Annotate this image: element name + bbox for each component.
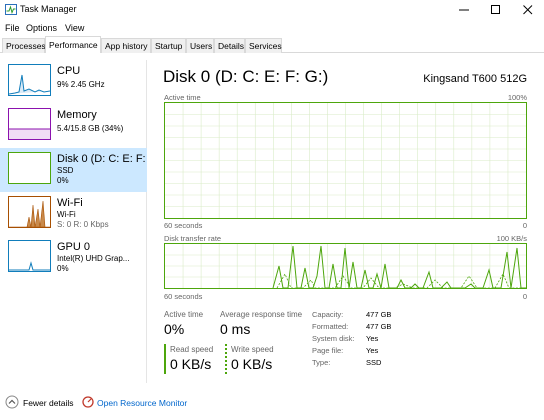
active-time-value: 0% [164, 321, 185, 337]
active-time-graph [164, 102, 527, 219]
wifi-thumbnail [8, 196, 51, 228]
sidebar-item-label: GPU 0 [57, 241, 91, 253]
read-speed-label: Read speed [170, 345, 214, 354]
avg-response-value: 0 ms [220, 321, 251, 337]
cpu-thumbnail [8, 64, 51, 96]
maximize-icon [491, 5, 500, 14]
menu-file[interactable]: File [5, 23, 20, 33]
transfer-rate-graph [164, 243, 527, 289]
menu-bar: File Options View [0, 20, 544, 36]
system-disk-label: System disk: [312, 334, 355, 343]
sidebar-item-sub: 5.4/15.8 GB (34%) [57, 124, 124, 133]
close-icon [523, 5, 533, 15]
sidebar-item-label: Disk 0 (D: C: E: F: G:) [57, 153, 146, 165]
page-file-label: Page file: [312, 346, 344, 355]
resource-sidebar: CPU 9% 2.45 GHz Memory 5.4/15.8 GB (34%)… [0, 60, 147, 383]
disk-model: Kingsand T600 512G [423, 73, 527, 85]
sidebar-item-sub2: 0% [57, 176, 69, 185]
chevron-up-icon[interactable] [5, 395, 19, 409]
disk-thumbnail [8, 152, 51, 184]
active-time-label: Active time [164, 310, 204, 319]
page-file-value: Yes [366, 346, 379, 355]
menu-options[interactable]: Options [26, 23, 57, 33]
write-speed-value: 0 KB/s [231, 356, 273, 372]
graph1-label: Active time [164, 93, 201, 102]
title-bar: Task Manager [0, 0, 544, 20]
graph1-time-right: 0 [522, 221, 527, 230]
gpu-thumbnail [8, 240, 51, 272]
graph2-time-right: 0 [522, 292, 527, 301]
sidebar-item-sub2: 0% [57, 264, 69, 273]
avg-response-label: Average response time [220, 310, 303, 319]
sidebar-item-memory[interactable]: Memory 5.4/15.8 GB (34%) [0, 104, 147, 148]
formatted-label: Formatted: [312, 322, 349, 331]
sidebar-item-gpu[interactable]: GPU 0 Intel(R) UHD Grap... 0% [0, 236, 147, 280]
memory-thumbnail [8, 108, 51, 140]
read-speed-indicator [164, 344, 166, 374]
graph1-time-left: 60 seconds [164, 221, 203, 230]
sidebar-item-sub: 9% 2.45 GHz [57, 80, 105, 89]
sidebar-item-cpu[interactable]: CPU 9% 2.45 GHz [0, 60, 147, 104]
read-speed-value: 0 KB/s [170, 356, 212, 372]
footer-bar: Fewer details Open Resource Monitor [0, 392, 544, 414]
tab-processes[interactable]: Processes [2, 38, 46, 53]
sidebar-item-label: Memory [57, 109, 97, 121]
sidebar-item-sub: SSD [57, 166, 74, 175]
capacity-value: 477 GB [366, 310, 392, 319]
capacity-label: Capacity: [312, 310, 344, 319]
sidebar-item-disk[interactable]: Disk 0 (D: C: E: F: G:) SSD 0% [0, 148, 147, 192]
page-title: Disk 0 (D: C: E: F: G:) [163, 67, 329, 86]
graph2-time-left: 60 seconds [164, 292, 203, 301]
graph2-label: Disk transfer rate [164, 234, 222, 243]
close-button[interactable] [512, 0, 544, 20]
sidebar-item-label: Wi-Fi [57, 197, 83, 209]
write-speed-label: Write speed [231, 345, 274, 354]
system-disk-value: Yes [366, 334, 379, 343]
tab-performance[interactable]: Performance [45, 36, 101, 53]
graph2-max: 100 KB/s [496, 234, 527, 243]
sidebar-item-sub: Intel(R) UHD Grap... [57, 254, 130, 263]
type-label: Type: [312, 358, 331, 367]
minimize-button[interactable] [448, 0, 480, 20]
sidebar-item-label: CPU [57, 65, 81, 77]
fewer-details-link[interactable]: Fewer details [23, 398, 74, 408]
tab-services[interactable]: Services [245, 38, 282, 53]
sidebar-item-wifi[interactable]: Wi-Fi Wi-Fi S: 0 R: 0 Kbps [0, 192, 147, 236]
open-resource-monitor-link[interactable]: Open Resource Monitor [97, 398, 187, 408]
write-speed-indicator [225, 344, 227, 374]
minimize-icon [459, 9, 469, 11]
tab-app-history[interactable]: App history [101, 38, 151, 53]
tab-details[interactable]: Details [214, 38, 245, 53]
graph1-max: 100% [507, 93, 527, 102]
task-manager-icon [5, 4, 17, 15]
type-value: SSD [366, 358, 382, 367]
tab-strip: Processes Performance App history Startu… [0, 36, 544, 53]
menu-view[interactable]: View [65, 23, 84, 33]
sidebar-item-sub2: S: 0 R: 0 Kbps [57, 220, 109, 229]
maximize-button[interactable] [480, 0, 512, 20]
tab-startup[interactable]: Startup [151, 38, 186, 53]
resource-monitor-icon [82, 396, 94, 408]
formatted-value: 477 GB [366, 322, 392, 331]
window-title: Task Manager [20, 4, 77, 14]
tab-users[interactable]: Users [186, 38, 214, 53]
sidebar-item-sub: Wi-Fi [57, 210, 76, 219]
